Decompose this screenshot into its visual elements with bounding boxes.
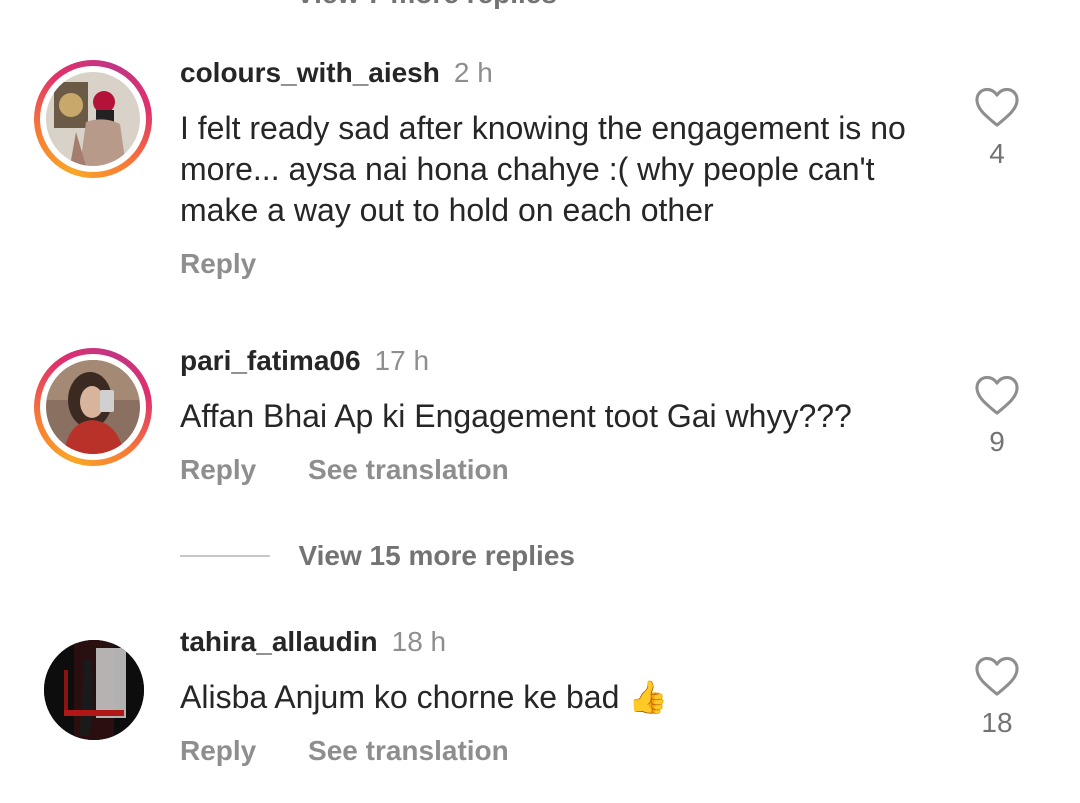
username[interactable]: pari_fatima06 bbox=[180, 345, 361, 376]
username[interactable]: colours_with_aiesh bbox=[180, 57, 440, 88]
comment-text: Alisba Anjum ko chorne ke bad 👍 bbox=[180, 679, 669, 715]
comment-header: tahira_allaudin 18 h bbox=[180, 625, 446, 659]
avatar bbox=[46, 360, 140, 454]
comment-text: I felt ready sad after knowing the engag… bbox=[180, 110, 906, 228]
comment-actions: Reply bbox=[180, 248, 256, 280]
comment-actions: Reply See translation bbox=[180, 454, 509, 486]
username[interactable]: tahira_allaudin bbox=[180, 626, 378, 657]
like-count: 9 bbox=[989, 426, 1005, 457]
avatar[interactable] bbox=[44, 640, 144, 740]
avatar-photo bbox=[46, 360, 140, 454]
reply-button[interactable]: Reply bbox=[180, 248, 256, 279]
avatar-ring-gap bbox=[40, 354, 146, 460]
comment-header: pari_fatima06 17 h bbox=[180, 344, 429, 378]
avatar-photo bbox=[44, 640, 144, 740]
heart-outline-icon[interactable] bbox=[974, 655, 1020, 697]
view-more-replies-label[interactable]: View 15 more replies bbox=[298, 540, 575, 571]
replies-divider-line bbox=[180, 555, 270, 557]
view-more-replies-partial[interactable]: View 7 more replies bbox=[296, 0, 557, 10]
heart-outline-icon[interactable] bbox=[974, 374, 1020, 416]
see-translation-button[interactable]: See translation bbox=[308, 735, 509, 766]
comment-header: colours_with_aiesh 2 h bbox=[180, 56, 493, 90]
avatar-story-ring[interactable] bbox=[34, 348, 152, 466]
reply-button[interactable]: Reply bbox=[180, 735, 256, 766]
comment-text: Affan Bhai Ap ki Engagement toot Gai why… bbox=[180, 398, 852, 434]
view-more-replies[interactable]: View 15 more replies bbox=[180, 540, 575, 580]
like-control: 18 bbox=[972, 655, 1022, 739]
like-count: 18 bbox=[981, 707, 1013, 738]
see-translation-button[interactable]: See translation bbox=[308, 454, 509, 485]
like-control: 4 bbox=[972, 86, 1022, 170]
like-control: 9 bbox=[972, 374, 1022, 458]
like-count: 4 bbox=[989, 138, 1005, 169]
heart-outline-icon[interactable] bbox=[974, 86, 1020, 128]
avatar-story-ring[interactable] bbox=[34, 60, 152, 178]
timestamp: 2 h bbox=[453, 57, 493, 88]
timestamp: 18 h bbox=[391, 626, 447, 657]
avatar-photo bbox=[46, 72, 140, 166]
avatar bbox=[46, 72, 140, 166]
reply-button[interactable]: Reply bbox=[180, 454, 256, 485]
comment-actions: Reply See translation bbox=[180, 735, 509, 767]
timestamp: 17 h bbox=[374, 345, 430, 376]
avatar-ring-gap bbox=[40, 66, 146, 172]
